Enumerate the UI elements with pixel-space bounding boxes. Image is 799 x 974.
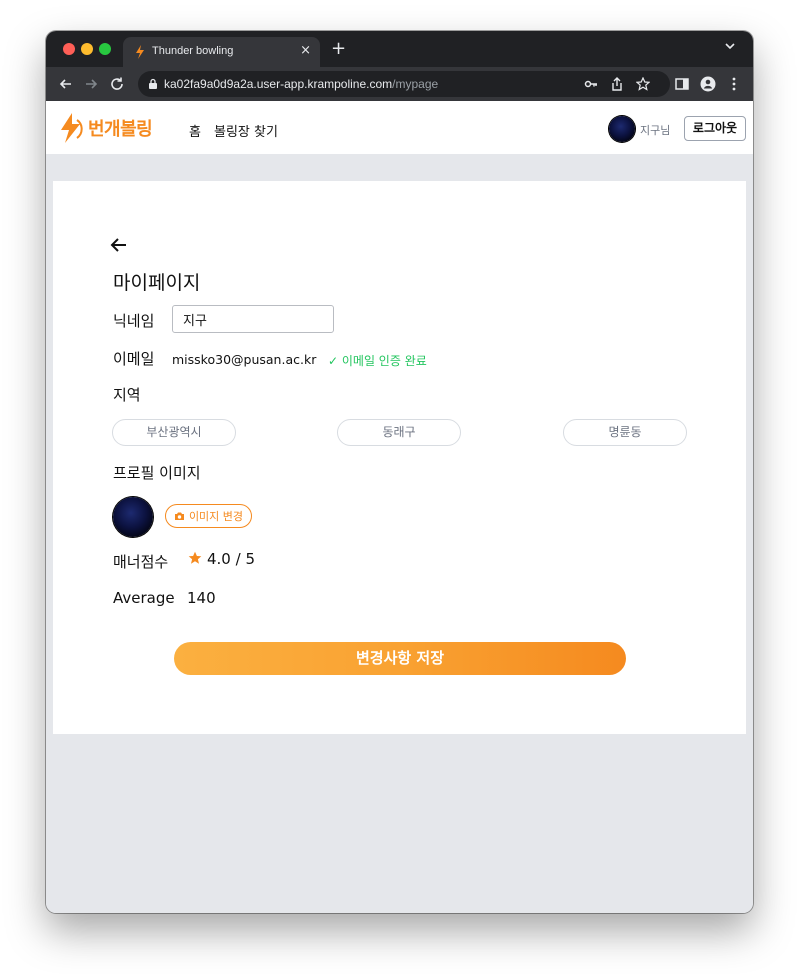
maximize-window-button[interactable] [99, 43, 111, 55]
region-neighborhood-select[interactable]: 명륜동 [563, 419, 687, 446]
url-host: ka02fa9a0d9a2a.user-app.krampoline.com [164, 77, 393, 91]
bookmark-star-icon[interactable] [636, 77, 650, 91]
region-city-select[interactable]: 부산광역시 [112, 419, 236, 446]
email-label: 이메일 [113, 350, 155, 368]
lock-icon [149, 78, 157, 89]
email-verified-badge: ✓ 이메일 인증 완료 [328, 354, 427, 368]
logo-text: 번개볼링 [88, 119, 153, 140]
nav-find-alley[interactable]: 볼링장 찾기 [214, 121, 278, 140]
screen: Thunder bowling × + ka02fa9a0d9a2a.user-… [0, 0, 799, 974]
user-name: 지구님 [640, 124, 671, 137]
change-image-button[interactable]: 이미지 변경 [165, 504, 252, 528]
average-value: 140 [187, 589, 216, 607]
region-label: 지역 [113, 386, 141, 404]
page: 번개볼링 홈 볼링장 찾기 지구님 로그아웃 마이페이지 닉네임 이메일 mis… [46, 101, 753, 913]
close-window-button[interactable] [63, 43, 75, 55]
average-label: Average [113, 589, 175, 607]
more-menu-icon[interactable] [726, 76, 742, 92]
profile-image-label: 프로필 이미지 [113, 464, 201, 482]
minimize-window-button[interactable] [81, 43, 93, 55]
nickname-input[interactable] [172, 305, 334, 333]
back-arrow-icon[interactable] [109, 235, 129, 255]
share-icon[interactable] [610, 77, 624, 91]
nav-home[interactable]: 홈 [189, 121, 201, 140]
avatar[interactable] [609, 116, 635, 142]
key-icon[interactable] [584, 77, 598, 91]
forward-nav-icon[interactable] [83, 76, 99, 92]
manner-score: 4.0 / 5 [207, 550, 255, 568]
region-district-select[interactable]: 동래구 [337, 419, 461, 446]
nickname-label: 닉네임 [113, 312, 155, 330]
page-title: 마이페이지 [113, 272, 201, 294]
save-changes-button[interactable]: 변경사항 저장 [174, 642, 626, 675]
browser-toolbar: ka02fa9a0d9a2a.user-app.krampoline.com/m… [46, 67, 753, 101]
reload-icon[interactable] [109, 76, 125, 92]
new-tab-button[interactable]: + [331, 38, 346, 59]
logout-button[interactable]: 로그아웃 [684, 116, 746, 141]
change-image-label: 이미지 변경 [188, 510, 244, 523]
camera-icon [174, 512, 184, 520]
email-value: missko30@pusan.ac.kr [172, 352, 317, 367]
side-panel-icon[interactable] [674, 76, 690, 92]
back-nav-icon[interactable] [58, 76, 74, 92]
site-header: 번개볼링 홈 볼링장 찾기 지구님 로그아웃 [46, 101, 753, 154]
tab-title: Thunder bowling [152, 45, 234, 57]
url-text: ka02fa9a0d9a2a.user-app.krampoline.com/m… [164, 77, 438, 91]
profile-icon[interactable] [700, 76, 716, 92]
tab-close-icon[interactable]: × [300, 43, 311, 58]
favicon-icon [136, 45, 144, 59]
address-bar[interactable]: ka02fa9a0d9a2a.user-app.krampoline.com/m… [138, 71, 670, 97]
tab-search-chevron-icon[interactable] [725, 41, 735, 51]
manner-label: 매너점수 [113, 553, 169, 571]
site-logo[interactable]: 번개볼링 [57, 111, 153, 145]
thunder-logo-icon [61, 113, 83, 143]
mypage-card: 마이페이지 닉네임 이메일 missko30@pusan.ac.kr ✓ 이메일… [53, 181, 746, 734]
tab-bar: Thunder bowling × + [46, 31, 753, 67]
browser-window: Thunder bowling × + ka02fa9a0d9a2a.user-… [46, 31, 753, 913]
star-icon [188, 551, 202, 564]
profile-image [113, 497, 153, 537]
url-path: /mypage [392, 77, 439, 91]
browser-tab[interactable]: Thunder bowling × [123, 37, 320, 67]
